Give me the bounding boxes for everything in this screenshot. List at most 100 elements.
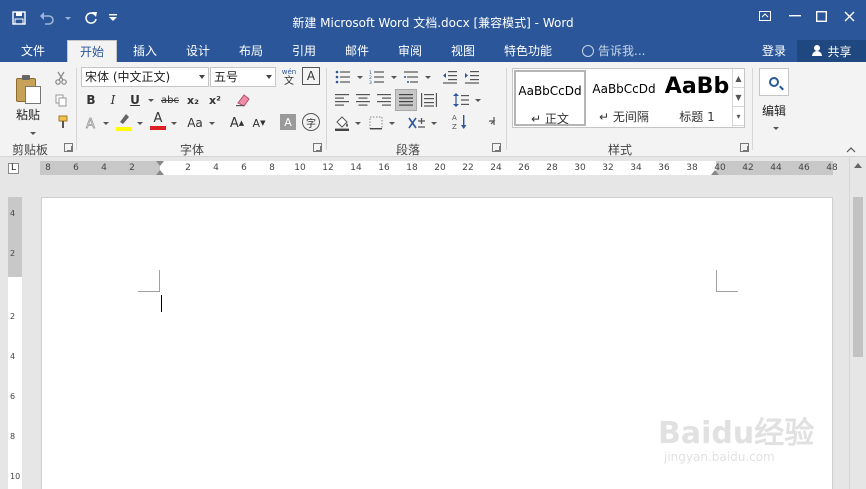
font-color-button[interactable]: A — [148, 111, 168, 131]
tab-file[interactable]: 文件 — [10, 40, 56, 62]
scroll-up-icon[interactable] — [854, 163, 862, 168]
sign-in-link[interactable]: 登录 — [762, 40, 786, 62]
chinese-layout-dropdown-icon[interactable] — [428, 113, 437, 133]
gallery-up-icon[interactable]: ▲ — [733, 69, 744, 88]
gallery-down-icon[interactable]: ▼ — [733, 88, 744, 107]
borders-dropdown-icon[interactable] — [386, 113, 395, 133]
change-case-dropdown-icon[interactable] — [206, 113, 215, 133]
tab-design[interactable]: 设计 — [175, 40, 221, 62]
enclose-char-button[interactable]: 字 — [302, 113, 320, 131]
sort-icon[interactable]: AZ — [450, 112, 470, 132]
numbering-icon[interactable]: 123 — [366, 67, 388, 87]
chinese-layout-icon[interactable] — [406, 113, 428, 133]
style-item-heading-1[interactable]: AaBb 标题 1 — [662, 70, 732, 126]
highlight-button[interactable] — [114, 111, 134, 131]
grow-font-button[interactable]: A ▲ — [228, 113, 246, 133]
tell-me-box[interactable]: 告诉我... — [582, 40, 645, 62]
clear-formatting-icon[interactable] — [232, 90, 254, 110]
tab-home[interactable]: 开始 — [67, 40, 117, 62]
editing-label: 编辑 — [761, 104, 786, 118]
share-button[interactable]: 共享 — [797, 40, 866, 62]
highlight-dropdown-icon[interactable] — [134, 113, 143, 133]
shading-icon[interactable] — [332, 113, 352, 133]
ribbon-tabs: 文件 开始 插入 设计 布局 引用 邮件 审阅 视图 特色功能 告诉我... 登… — [0, 40, 866, 62]
tab-selector[interactable]: L — [8, 163, 19, 174]
right-indent-marker[interactable] — [711, 170, 719, 175]
vertical-ruler[interactable]: 4 2 2 4 6 8 10 — [8, 197, 22, 489]
underline-button[interactable]: U — [126, 90, 144, 110]
cut-icon[interactable] — [52, 68, 70, 88]
show-formatting-marks-icon[interactable] — [482, 113, 502, 133]
font-size-combo[interactable]: 五号 — [210, 67, 276, 87]
ruler-tick-label: 8 — [269, 163, 275, 173]
tab-review[interactable]: 审阅 — [387, 40, 433, 62]
horizontal-ruler[interactable]: 8 6 4 2 2 4 6 8 10 12 14 16 18 20 22 24 26 28 30 32 34 36 38 40… — [40, 161, 838, 175]
collapse-ribbon-icon[interactable] — [846, 142, 856, 156]
tab-layout[interactable]: 布局 — [228, 40, 274, 62]
font-color-dropdown-icon[interactable] — [168, 113, 177, 133]
style-item-normal[interactable]: AaBbCcDd ↵ 正文 — [514, 70, 586, 126]
style-item-no-spacing[interactable]: AaBbCcDd ↵ 无间隔 — [588, 70, 660, 126]
text-effects-dropdown-icon[interactable] — [100, 113, 109, 133]
vertical-ruler-tick-label: 4 — [10, 352, 16, 361]
ruler-tick-label: 14 — [350, 163, 362, 173]
close-icon[interactable] — [836, 6, 862, 26]
ruler-tick-label: 6 — [73, 163, 79, 173]
justify-icon[interactable] — [395, 89, 417, 111]
format-painter-icon[interactable] — [52, 112, 70, 132]
multilevel-list-icon[interactable] — [400, 67, 422, 87]
char-shading-button[interactable]: A — [280, 114, 296, 130]
line-spacing-icon[interactable] — [450, 90, 472, 110]
italic-button[interactable]: I — [104, 90, 122, 110]
numbering-dropdown-icon[interactable] — [388, 67, 397, 87]
copy-icon[interactable] — [52, 90, 70, 110]
subscript-button[interactable]: x₂ — [184, 90, 202, 110]
char-border-button[interactable]: A — [302, 67, 320, 85]
grow-font-char: A — [229, 115, 239, 131]
distributed-icon[interactable] — [419, 90, 439, 110]
scrollbar-thumb[interactable] — [853, 197, 863, 357]
style-sample: AaBbCcDd — [592, 82, 656, 96]
change-case-button[interactable]: Aa — [184, 113, 206, 133]
styles-launcher-icon[interactable] — [740, 143, 749, 152]
decrease-indent-icon[interactable] — [440, 67, 460, 87]
line-spacing-dropdown-icon[interactable] — [472, 90, 481, 110]
crop-mark-top-right — [716, 270, 738, 292]
multilevel-dropdown-icon[interactable] — [422, 67, 431, 87]
tab-view[interactable]: 视图 — [440, 40, 486, 62]
align-right-icon[interactable] — [374, 90, 394, 110]
paragraph-launcher-icon[interactable] — [492, 143, 501, 152]
ruler-tick-label: 46 — [798, 163, 810, 173]
font-name-combo[interactable]: 宋体 (中文正文) — [81, 67, 209, 87]
ribbon-display-options-icon[interactable] — [752, 6, 778, 26]
font-launcher-icon[interactable] — [313, 143, 322, 152]
gallery-more-icon[interactable]: ▾ — [733, 107, 744, 126]
maximize-icon[interactable] — [808, 6, 834, 26]
strikethrough-button[interactable]: abc — [158, 90, 182, 110]
shrink-font-button[interactable]: A ▼ — [250, 113, 268, 133]
hanging-indent-marker[interactable] — [156, 170, 164, 175]
editing-button[interactable]: 编辑 — [758, 68, 790, 138]
increase-indent-icon[interactable] — [462, 67, 482, 87]
bullets-icon[interactable] — [332, 67, 354, 87]
tab-special-features[interactable]: 特色功能 — [497, 40, 559, 62]
font-color-swatch — [150, 126, 166, 130]
first-line-indent-marker[interactable] — [156, 161, 164, 166]
align-center-icon[interactable] — [353, 90, 373, 110]
tab-insert[interactable]: 插入 — [122, 40, 168, 62]
superscript-button[interactable]: x² — [206, 90, 224, 110]
bullets-dropdown-icon[interactable] — [354, 67, 363, 87]
shading-dropdown-icon[interactable] — [352, 113, 361, 133]
text-effects-button[interactable]: A — [82, 113, 100, 133]
phonetic-guide-button[interactable]: wén 文 — [278, 67, 300, 87]
paste-button[interactable]: 粘贴 — [10, 66, 50, 136]
tab-references[interactable]: 引用 — [281, 40, 327, 62]
tab-mailings[interactable]: 邮件 — [334, 40, 380, 62]
align-left-icon[interactable] — [332, 90, 352, 110]
underline-dropdown-icon[interactable] — [144, 90, 154, 110]
minimize-icon[interactable] — [782, 6, 808, 26]
bold-button[interactable]: B — [82, 90, 100, 110]
borders-icon[interactable] — [366, 113, 386, 133]
clipboard-launcher-icon[interactable] — [64, 143, 73, 152]
vertical-ruler-tick-label: 2 — [10, 249, 16, 258]
